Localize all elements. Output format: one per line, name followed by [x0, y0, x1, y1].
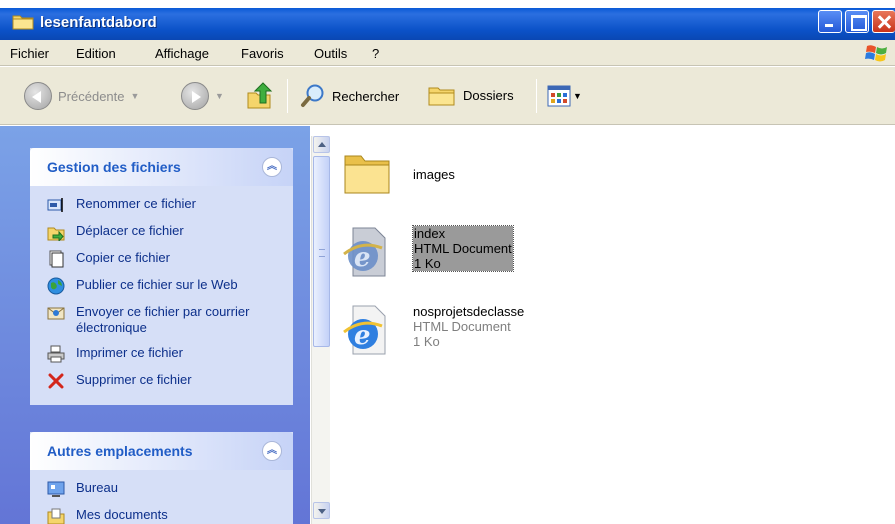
collapse-chevron-icon[interactable]: ︽ [262, 441, 282, 461]
task-rename[interactable]: Renommer ce fichier [30, 196, 293, 214]
back-dropdown-icon[interactable]: ▼ [131, 91, 140, 101]
folders-button[interactable]: Dossiers [427, 82, 514, 108]
place-desktop[interactable]: Bureau [30, 480, 293, 498]
file-tasks-panel: Gestion des fichiers ︽ Renommer ce fichi… [30, 148, 293, 405]
minimize-button[interactable] [818, 10, 842, 33]
views-icon [547, 85, 571, 107]
task-move[interactable]: Déplacer ce fichier [30, 223, 293, 241]
desktop-icon [47, 481, 65, 497]
menu-outils[interactable]: Outils [314, 46, 347, 61]
up-folder-button[interactable] [245, 81, 275, 111]
forward-arrow-icon [181, 82, 209, 110]
menu-help[interactable]: ? [372, 46, 379, 61]
task-publish-web[interactable]: Publier ce fichier sur le Web [30, 277, 293, 295]
forward-button[interactable]: ▼ [181, 82, 224, 110]
task-label: Supprimer ce fichier [76, 372, 192, 387]
place-label: Mes documents [76, 507, 168, 522]
task-label: Envoyer ce fichier par courrier électron… [76, 304, 250, 335]
title-bar[interactable]: lesenfantdabord [0, 0, 895, 40]
task-label: Imprimer ce fichier [76, 345, 183, 360]
scroll-down-button[interactable] [313, 502, 330, 519]
delete-icon [48, 373, 64, 389]
search-button[interactable]: Rechercher [300, 83, 399, 109]
task-label: Copier ce fichier [76, 250, 170, 265]
email-icon [47, 307, 65, 320]
file-list-view: images e index HTML Document 1 Ko e nosp… [331, 126, 895, 524]
file-item-index[interactable]: e index HTML Document 1 Ko [341, 225, 514, 278]
file-tasks-header[interactable]: Gestion des fichiers ︽ [30, 148, 293, 186]
other-places-title: Autres emplacements [47, 443, 193, 459]
task-pane: Gestion des fichiers ︽ Renommer ce fichi… [0, 126, 310, 524]
file-name: nosprojetsdeclasse [413, 304, 525, 319]
folder-icon [344, 155, 390, 194]
menu-edition[interactable]: Edition [76, 46, 116, 61]
scroll-thumb[interactable] [313, 156, 330, 347]
close-button[interactable] [872, 10, 895, 33]
file-item-images[interactable]: images [341, 148, 455, 200]
toolbar: Précédente ▼ ▼ Rechercher Dossiers ▼ [0, 67, 895, 125]
task-label: Renommer ce fichier [76, 196, 196, 211]
task-delete[interactable]: Supprimer ce fichier [30, 372, 293, 390]
place-my-documents[interactable]: Mes documents [30, 507, 293, 524]
window-title: lesenfantdabord [40, 14, 157, 31]
copy-icon [49, 250, 64, 268]
search-icon [301, 84, 324, 107]
file-name: images [413, 167, 455, 182]
task-pane-scrollbar[interactable] [311, 136, 330, 524]
folder-icon [12, 15, 34, 30]
views-button[interactable]: ▼ [547, 85, 582, 107]
move-icon [47, 227, 65, 241]
toolbar-separator [536, 79, 537, 113]
back-button[interactable]: Précédente ▼ [24, 82, 139, 110]
task-copy[interactable]: Copier ce fichier [30, 250, 293, 268]
file-size: 1 Ko [413, 334, 440, 349]
forward-dropdown-icon[interactable]: ▼ [215, 91, 224, 101]
up-folder-icon [247, 82, 273, 109]
menu-fichier[interactable]: Fichier [10, 46, 49, 61]
collapse-chevron-icon[interactable]: ︽ [262, 157, 282, 177]
other-places-header[interactable]: Autres emplacements ︽ [30, 432, 293, 470]
ie-document-icon: e [343, 227, 386, 277]
file-tasks-title: Gestion des fichiers [47, 159, 181, 175]
file-size: 1 Ko [414, 256, 441, 271]
back-label: Précédente [58, 88, 125, 104]
folders-label: Dossiers [463, 87, 514, 103]
task-email[interactable]: Envoyer ce fichier par courrier électron… [30, 304, 293, 336]
menu-affichage[interactable]: Affichage [155, 46, 209, 61]
menu-favoris[interactable]: Favoris [241, 46, 284, 61]
ie-document-icon: e [343, 305, 386, 355]
toolbar-separator [287, 79, 288, 113]
folders-icon [428, 87, 455, 106]
file-type: HTML Document [413, 319, 511, 334]
my-documents-icon [47, 508, 65, 524]
task-label: Publier ce fichier sur le Web [76, 277, 238, 292]
file-name: index [414, 226, 446, 241]
maximize-button[interactable] [845, 10, 869, 33]
publish-web-icon [47, 277, 65, 295]
menu-bar: Fichier Edition Affichage Favoris Outils… [0, 40, 895, 66]
task-label: Déplacer ce fichier [76, 223, 184, 238]
task-print[interactable]: Imprimer ce fichier [30, 345, 293, 363]
place-label: Bureau [76, 480, 118, 495]
other-places-panel: Autres emplacements ︽ Bureau Mes documen… [30, 432, 293, 524]
file-item-nosprojetsdeclasse[interactable]: e nosprojetsdeclasse HTML Document 1 Ko [341, 304, 524, 356]
rename-icon [47, 198, 63, 212]
scroll-up-button[interactable] [313, 136, 330, 153]
views-dropdown-icon[interactable]: ▼ [573, 91, 582, 101]
search-label: Rechercher [332, 88, 400, 104]
back-arrow-icon [24, 82, 52, 110]
windows-logo-icon [865, 45, 887, 62]
file-type: HTML Document [414, 241, 512, 256]
print-icon [47, 345, 65, 363]
